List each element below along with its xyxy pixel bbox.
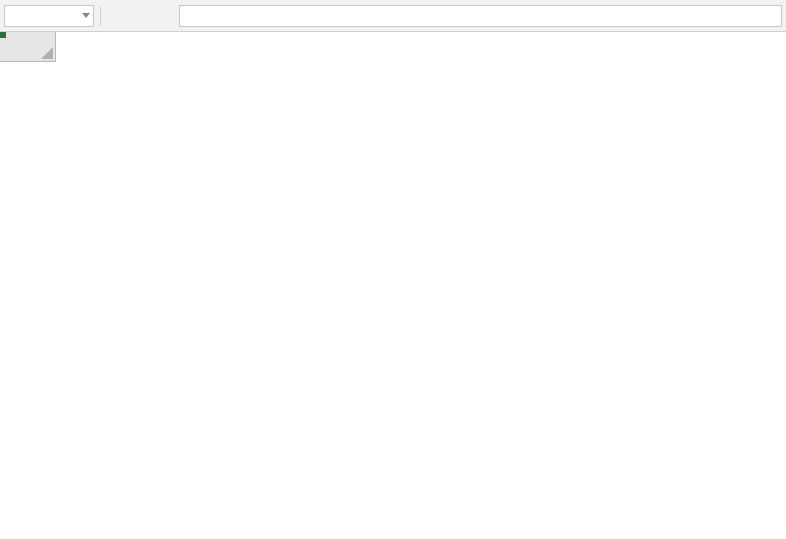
formula-bar	[0, 0, 786, 32]
name-box[interactable]	[4, 5, 94, 27]
cancel-button[interactable]	[107, 5, 129, 27]
enter-button[interactable]	[131, 5, 153, 27]
formula-input[interactable]	[179, 5, 782, 27]
divider	[100, 6, 101, 26]
formula-bar-buttons	[107, 5, 177, 27]
insert-function-button[interactable]	[155, 5, 177, 27]
select-all-corner[interactable]	[0, 32, 56, 62]
name-box-dropdown-icon[interactable]	[79, 13, 93, 19]
